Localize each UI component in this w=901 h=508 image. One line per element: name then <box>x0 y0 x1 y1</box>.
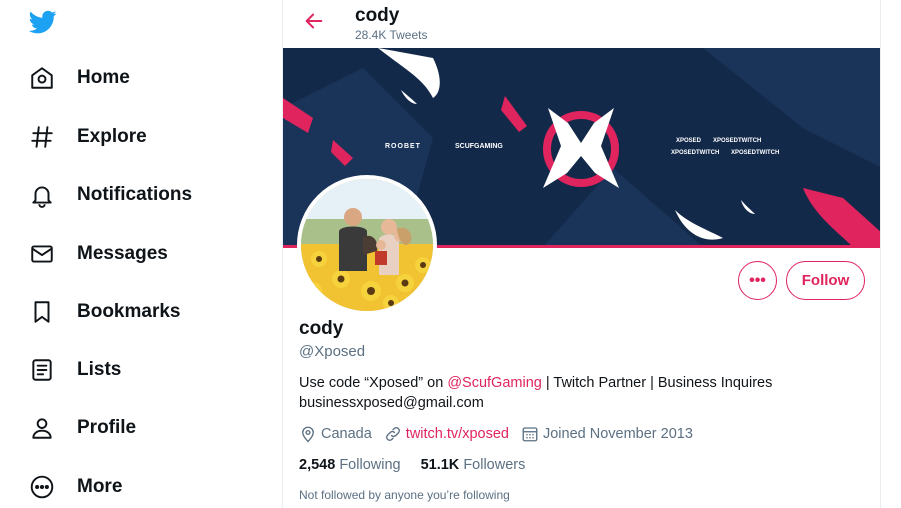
sponsor-roobet: ROOBET <box>385 143 421 150</box>
calendar-icon <box>521 425 539 443</box>
join-date: Joined November 2013 <box>521 425 693 443</box>
bio-text: Use code “Xposed” on <box>299 375 448 391</box>
followers-label: Followers <box>463 457 526 473</box>
sidebar-item-label: More <box>77 476 123 497</box>
header-name: cody <box>355 5 400 26</box>
sidebar-item-bookmarks[interactable]: Bookmarks <box>28 292 181 332</box>
website: twitch.tv/xposed <box>384 425 509 443</box>
sponsor-scuf: SCUFGAMING <box>455 143 503 150</box>
follow-button[interactable]: Follow <box>786 261 865 300</box>
profile-name: cody <box>299 318 344 339</box>
person-icon <box>28 414 56 442</box>
tweet-count: 28.4K Tweets <box>355 28 428 42</box>
sidebar: Home Explore Notifications Messages Book… <box>0 0 282 508</box>
followers-stat[interactable]: 51.1K Followers <box>421 457 526 473</box>
home-icon <box>28 64 56 92</box>
following-stat[interactable]: 2,548 Following <box>299 457 401 473</box>
profile-bio: Use code “Xposed” on @ScufGaming | Twitc… <box>299 373 859 413</box>
back-arrow-icon[interactable] <box>303 10 329 34</box>
location: Canada <box>299 425 372 443</box>
more-options-button[interactable]: ••• <box>738 261 777 300</box>
sidebar-item-label: Explore <box>77 126 147 147</box>
twitter-bird-icon[interactable] <box>28 8 58 36</box>
profile-handle: @Xposed <box>299 343 366 360</box>
sidebar-item-profile[interactable]: Profile <box>28 408 136 448</box>
following-label: Following <box>339 457 401 473</box>
sidebar-item-label: Notifications <box>77 184 193 205</box>
banner-tag: XPOSEDTWITCH <box>731 150 780 156</box>
banner-tag: XPOSEDTWITCH <box>713 138 762 144</box>
envelope-icon <box>28 240 56 268</box>
sidebar-item-home[interactable]: Home <box>28 58 130 98</box>
profile-column: cody 28.4K Tweets ROOBET SCUFGAMING XPOS… <box>282 0 881 508</box>
avatar[interactable] <box>297 175 437 315</box>
sidebar-item-messages[interactable]: Messages <box>28 234 168 274</box>
bio-mention-link[interactable]: @ScufGaming <box>447 375 542 391</box>
location-text: Canada <box>321 426 372 442</box>
location-pin-icon <box>299 425 317 443</box>
hashtag-icon <box>28 123 56 151</box>
banner-tag: XPOSED <box>676 138 702 144</box>
bell-icon <box>28 181 56 209</box>
sidebar-item-label: Messages <box>77 243 168 264</box>
sidebar-item-lists[interactable]: Lists <box>28 350 121 390</box>
bookmark-icon <box>28 298 56 326</box>
profile-header: cody 28.4K Tweets <box>283 0 880 48</box>
sidebar-item-more[interactable]: More <box>28 467 122 507</box>
sidebar-item-notifications[interactable]: Notifications <box>28 175 192 215</box>
sidebar-item-explore[interactable]: Explore <box>28 117 147 157</box>
sidebar-item-label: Home <box>77 67 130 88</box>
followers-count: 51.1K <box>420 457 460 473</box>
join-date-text: Joined November 2013 <box>542 426 693 442</box>
website-link[interactable]: twitch.tv/xposed <box>406 426 509 442</box>
sidebar-item-label: Bookmarks <box>77 301 181 322</box>
profile-meta: Canada twitch.tv/xposed Joined November … <box>299 424 705 444</box>
sidebar-item-label: Profile <box>77 417 137 438</box>
follow-stats: 2,548 Following 51.1K Followers <box>299 457 545 473</box>
link-icon <box>384 425 402 443</box>
banner-tag: XPOSEDTWITCH <box>671 150 720 156</box>
following-count: 2,548 <box>299 457 336 473</box>
sidebar-item-label: Lists <box>77 359 122 380</box>
list-icon <box>28 356 56 384</box>
more-circle-icon <box>28 473 56 501</box>
not-followed-note: Not followed by anyone you’re following <box>299 488 510 502</box>
